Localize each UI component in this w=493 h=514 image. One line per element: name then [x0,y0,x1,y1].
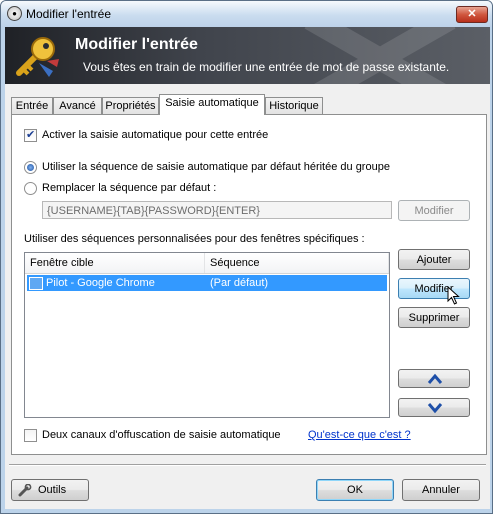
tab-auto-type[interactable]: Saisie automatique [159,94,265,115]
move-up-button[interactable] [398,369,470,388]
sequence-modify-button[interactable]: Modifier [398,200,470,221]
override-sequence-label: Remplacer la séquence par défaut : [42,182,217,194]
help-link[interactable]: Qu'est-ce que c'est ? [308,429,411,441]
tools-button[interactable]: Outils [11,479,89,501]
list-header: Fenêtre cible Séquence [25,253,389,274]
auto-type-panel: ✔ Activer la saisie automatique pour cet… [11,114,487,455]
lock-icon: ● [7,6,22,21]
custom-sequences-label: Utiliser des séquences personnalisées po… [24,233,365,245]
tab-entry[interactable]: Entrée [11,97,53,114]
row-sequence: (Par défaut) [210,277,269,289]
tools-icon [18,484,32,497]
window-sequence-list[interactable]: Fenêtre cible Séquence Pilot - Google Ch… [24,252,390,418]
column-header-target[interactable]: Fenêtre cible [25,253,205,273]
mouse-cursor-icon [447,286,460,305]
default-sequence-field[interactable]: {USERNAME}{TAB}{PASSWORD}{ENTER} [42,201,392,219]
dialog-body: Entrée Avancé Propriétés Saisie automati… [5,84,490,509]
row-target: Pilot - Google Chrome [46,277,155,289]
arrow-down-icon [427,403,443,414]
enable-auto-type-checkbox[interactable]: ✔ [24,129,37,142]
arrow-up-icon [427,373,443,384]
check-mark-icon: ✔ [26,129,36,141]
obfuscation-label: Deux canaux d'offuscation de saisie auto… [42,429,281,441]
ok-button[interactable]: OK [316,479,394,501]
tools-button-label: Outils [38,484,67,496]
close-button[interactable]: ✕ [456,6,488,23]
add-button-label: Ajouter [416,254,452,266]
inherit-sequence-radio[interactable] [24,161,37,174]
tab-history[interactable]: Historique [265,97,323,114]
banner-decoration [304,27,456,84]
key-icon [16,37,59,77]
window-icon [29,277,43,290]
tab-advanced[interactable]: Avancé [53,97,102,114]
delete-button-label: Supprimer [408,312,460,324]
obfuscation-checkbox[interactable] [24,429,37,442]
override-sequence-radio[interactable] [24,182,37,195]
radio-dot-icon [27,164,34,171]
banner-subtitle: Vous êtes en train de modifier une entré… [83,60,450,74]
enable-auto-type-label: Activer la saisie automatique pour cette… [42,129,269,141]
header-banner: Modifier l'entrée Vous êtes en train de … [5,27,490,84]
list-item[interactable]: Pilot - Google Chrome (Par défaut) [27,275,387,291]
inherit-sequence-label: Utiliser la séquence de saisie automatiq… [42,161,390,173]
cancel-button[interactable]: Annuler [402,479,480,501]
edit-entry-window: ● Modifier l'entrée ✕ Modifier l'entrée … [0,0,493,514]
sequence-modify-label: Modifier [414,205,454,217]
window-title: Modifier l'entrée [26,7,111,21]
footer-divider [9,464,486,466]
cancel-button-label: Annuler [422,484,460,496]
banner-title: Modifier l'entrée [75,36,198,53]
add-button[interactable]: Ajouter [398,249,470,270]
title-bar[interactable]: ● Modifier l'entrée ✕ [1,1,492,27]
tab-properties[interactable]: Propriétés [102,97,159,114]
ok-button-label: OK [347,484,363,496]
move-down-button[interactable] [398,398,470,417]
column-header-sequence[interactable]: Séquence [205,253,389,273]
delete-button[interactable]: Supprimer [398,307,470,328]
